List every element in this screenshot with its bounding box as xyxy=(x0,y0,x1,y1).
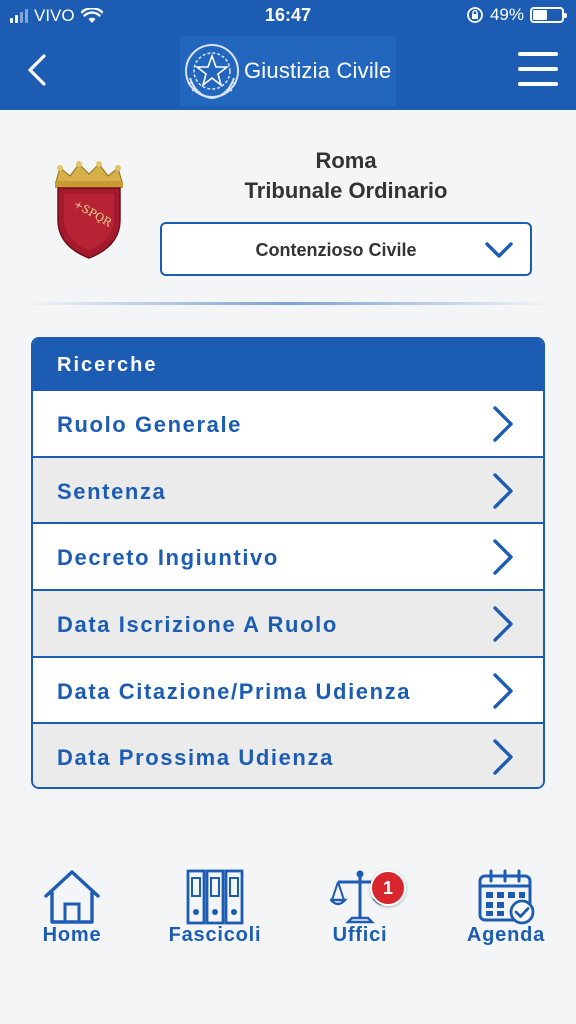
status-right: 49% xyxy=(466,5,567,25)
tab-uffici[interactable]: 1 Uffici xyxy=(300,860,420,952)
orientation-lock-icon xyxy=(467,7,483,23)
section-divider xyxy=(32,302,544,305)
search-item-decreto-ingiuntivo[interactable]: Decreto Ingiuntivo xyxy=(33,522,543,590)
search-item-label: Data Citazione/Prima Udienza xyxy=(57,678,412,704)
battery-percent: 49% xyxy=(489,5,524,24)
chevron-right-icon xyxy=(493,606,513,642)
chevron-right-icon xyxy=(493,406,513,442)
search-item-label: Sentenza xyxy=(57,478,167,504)
chevron-down-icon xyxy=(485,242,513,258)
app-header: VIVO 16:47 49% Giustizia Civile xyxy=(0,0,576,110)
chevron-right-icon xyxy=(493,739,513,776)
tab-fascicoli[interactable]: Fascicoli xyxy=(155,860,275,952)
search-item-label: Ruolo Generale xyxy=(57,412,242,437)
chevron-right-icon xyxy=(493,673,513,709)
home-icon xyxy=(44,870,100,924)
tab-uffici-label: Uffici xyxy=(332,924,388,946)
area-select-value: Contenzioso Civile xyxy=(255,240,417,260)
hamburger-menu-icon[interactable] xyxy=(518,52,558,86)
italian-republic-emblem-icon xyxy=(185,44,239,100)
nav-row: Giustizia Civile xyxy=(0,36,576,106)
status-bar: VIVO 16:47 49% xyxy=(0,0,576,32)
back-button[interactable] xyxy=(18,50,58,90)
search-item-sentenza[interactable]: Sentenza xyxy=(33,455,543,523)
court-city: Roma xyxy=(315,148,377,173)
search-item-data-iscrizione[interactable]: Data Iscrizione A Ruolo xyxy=(33,589,543,656)
court-name: Tribunale Ordinario xyxy=(244,178,448,203)
tab-agenda-label: Agenda xyxy=(466,924,546,946)
bottom-tab-bar: Home Fascicoli 1 Uffici Agenda xyxy=(0,860,576,960)
tab-fascicoli-label: Fascicoli xyxy=(168,924,262,946)
search-item-data-citazione[interactable]: Data Citazione/Prima Udienza xyxy=(33,655,543,723)
search-item-label: Decreto Ingiuntivo xyxy=(57,545,279,571)
chevron-right-icon xyxy=(493,539,513,576)
rome-spqr-crest-icon: +SPQR xyxy=(55,161,123,259)
calendar-check-icon xyxy=(478,869,535,925)
search-item-data-prossima-udienza[interactable]: Data Prossima Udienza xyxy=(33,722,543,787)
search-panel: Ricerche Ruolo Generale Sentenza Decreto… xyxy=(31,337,545,789)
search-item-label: Data Prossima Udienza xyxy=(57,745,334,771)
app-title: Giustizia Civile xyxy=(244,58,392,83)
binders-icon xyxy=(186,869,244,925)
area-select[interactable]: Contenzioso Civile xyxy=(160,222,532,276)
app-logo: Giustizia Civile xyxy=(180,36,396,106)
search-panel-title: Ricerche xyxy=(33,339,543,389)
tab-home-label: Home xyxy=(42,924,102,946)
battery-icon xyxy=(530,7,567,23)
search-item-ruolo-generale[interactable]: Ruolo Generale xyxy=(33,389,543,456)
tab-home[interactable]: Home xyxy=(12,860,132,952)
chevron-right-icon xyxy=(493,472,513,509)
uffici-notification-badge: 1 xyxy=(370,870,406,906)
tab-agenda[interactable]: Agenda xyxy=(446,860,566,952)
search-item-label: Data Iscrizione A Ruolo xyxy=(57,612,338,638)
